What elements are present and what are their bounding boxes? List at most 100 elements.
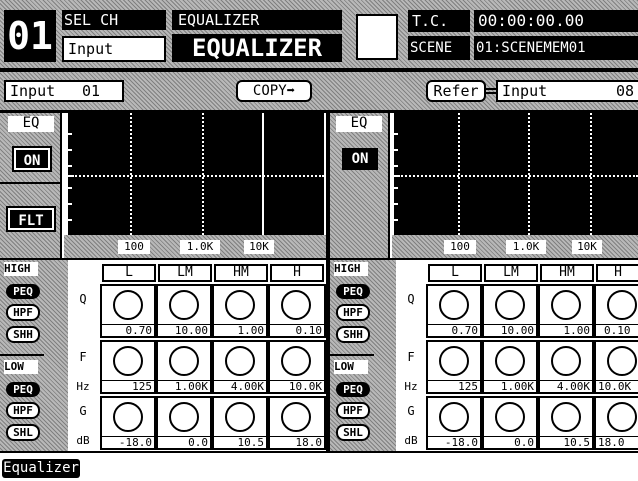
left-low-shl-button[interactable]: SHL [6,424,40,441]
right-g-knob-lm[interactable]: 0.0 [482,396,538,450]
screen-title: EQUALIZER [172,34,342,62]
knob-dial[interactable] [225,346,255,376]
right-graph-axis-tick [394,133,398,135]
knob-dial[interactable] [551,402,581,432]
left-eq-label: EQ [8,116,54,132]
right-g-value-hm: 10.5 [540,436,592,448]
knob-dial[interactable] [113,402,143,432]
left-g-label: G [76,404,90,420]
left-eq-graph [68,113,324,235]
knob-dial[interactable] [113,346,143,376]
knob-dial[interactable] [281,402,311,432]
right-graph-grid-v [458,113,460,235]
left-low-hpf-button[interactable]: HPF [6,402,40,419]
left-q-knob-h[interactable]: 0.10 [268,284,326,338]
right-f-knob-lm[interactable]: 1.00K [482,340,538,394]
right-high-hpf-button[interactable]: HPF [336,304,370,321]
knob-dial[interactable] [607,402,637,432]
right-f-value-hm: 4.00K [540,380,592,392]
left-high-label: HIGH [4,262,38,276]
left-g-knob-hm[interactable]: 10.5 [212,396,268,450]
knob-dial[interactable] [281,290,311,320]
left-sidebar [0,113,62,260]
input-selector[interactable]: Input 01 [4,80,124,102]
knob-dial[interactable] [225,402,255,432]
right-q-knob-l[interactable]: 0.70 [426,284,482,338]
left-flt-button[interactable]: FLT [6,206,56,232]
refer-button[interactable]: Refer [426,80,486,102]
right-f-knob-l[interactable]: 125 [426,340,482,394]
right-on-button[interactable]: ON [342,148,378,170]
left-graph-grid-h [68,175,324,177]
scene-value[interactable]: 01:SCENEMEM01 [474,36,638,60]
left-q-knob-hm[interactable]: 1.00 [212,284,268,338]
right-sidebar [330,113,390,260]
right-f-knob-hm[interactable]: 4.00K [538,340,594,394]
right-high-peq-button[interactable]: PEQ [336,284,370,299]
knob-dial[interactable] [495,402,525,432]
left-high-peq-button[interactable]: PEQ [6,284,40,299]
left-f-value-l: 125 [102,380,154,392]
left-f-knob-l[interactable]: 125 [100,340,156,394]
left-graph-axis-tick [68,203,72,205]
right-band-header-l: L [428,264,482,282]
left-g-knob-lm[interactable]: 0.0 [156,396,212,450]
left-g-knob-l[interactable]: -18.0 [100,396,156,450]
left-high-shh-button[interactable]: SHH [6,326,40,343]
right-q-knob-h[interactable]: 0.10 [594,284,638,338]
left-q-knob-lm[interactable]: 10.00 [156,284,212,338]
knob-dial[interactable] [169,290,199,320]
knob-dial[interactable] [225,290,255,320]
knob-dial[interactable] [495,290,525,320]
right-low-hpf-button[interactable]: HPF [336,402,370,419]
left-band-header-l: L [102,264,156,282]
right-low-peq-button[interactable]: PEQ [336,382,370,397]
knob-dial[interactable] [607,346,637,376]
left-on-button[interactable]: ON [12,146,52,172]
left-high-hpf-button[interactable]: HPF [6,304,40,321]
knob-dial[interactable] [495,346,525,376]
sel-ch-value[interactable]: Input [62,36,166,62]
right-high-shh-button[interactable]: SHH [336,326,370,343]
left-low-peq-button[interactable]: PEQ [6,382,40,397]
knob-dial[interactable] [281,346,311,376]
right-f-knob-h[interactable]: 10.0K [594,340,638,394]
right-g-knob-hm[interactable]: 10.5 [538,396,594,450]
left-q-knob-l[interactable]: 0.70 [100,284,156,338]
left-f-value-lm: 1.00K [158,380,210,392]
left-band-header-h: H [270,264,324,282]
refer-connector [486,88,496,90]
right-low-label: LOW [334,360,368,374]
knob-dial[interactable] [113,290,143,320]
right-high-label: HIGH [334,262,368,276]
copy-button[interactable]: COPY➡ [236,80,312,102]
knob-dial[interactable] [551,346,581,376]
right-graph-axis-tick [394,203,398,205]
right-filter-separator [330,354,374,356]
right-freq-tick-label: 100 [444,240,476,254]
right-q-knob-hm[interactable]: 1.00 [538,284,594,338]
refer-input-selector[interactable]: Input 08 [496,80,638,102]
left-f-label: F [76,350,90,366]
right-g-knob-l[interactable]: -18.0 [426,396,482,450]
knob-dial[interactable] [169,346,199,376]
left-f-knob-hm[interactable]: 4.00K [212,340,268,394]
knob-dial[interactable] [439,402,469,432]
left-f-knob-h[interactable]: 10.0K [268,340,326,394]
sel-ch-label: SEL CH [62,10,166,30]
right-graph-axis-tick [394,187,398,189]
left-g-value-lm: 0.0 [158,436,210,448]
left-f-knob-lm[interactable]: 1.00K [156,340,212,394]
right-q-knob-lm[interactable]: 10.00 [482,284,538,338]
knob-dial[interactable] [439,346,469,376]
knob-dial[interactable] [169,402,199,432]
left-g-knob-h[interactable]: 18.0 [268,396,326,450]
right-low-shl-button[interactable]: SHL [336,424,370,441]
right-g-knob-h[interactable]: 18.0 [594,396,638,450]
left-graph-grid-v [130,113,132,235]
left-freq-tick-label: 100 [118,240,150,254]
knob-dial[interactable] [439,290,469,320]
knob-dial[interactable] [607,290,637,320]
knob-dial[interactable] [551,290,581,320]
right-db-label: dB [400,434,422,448]
